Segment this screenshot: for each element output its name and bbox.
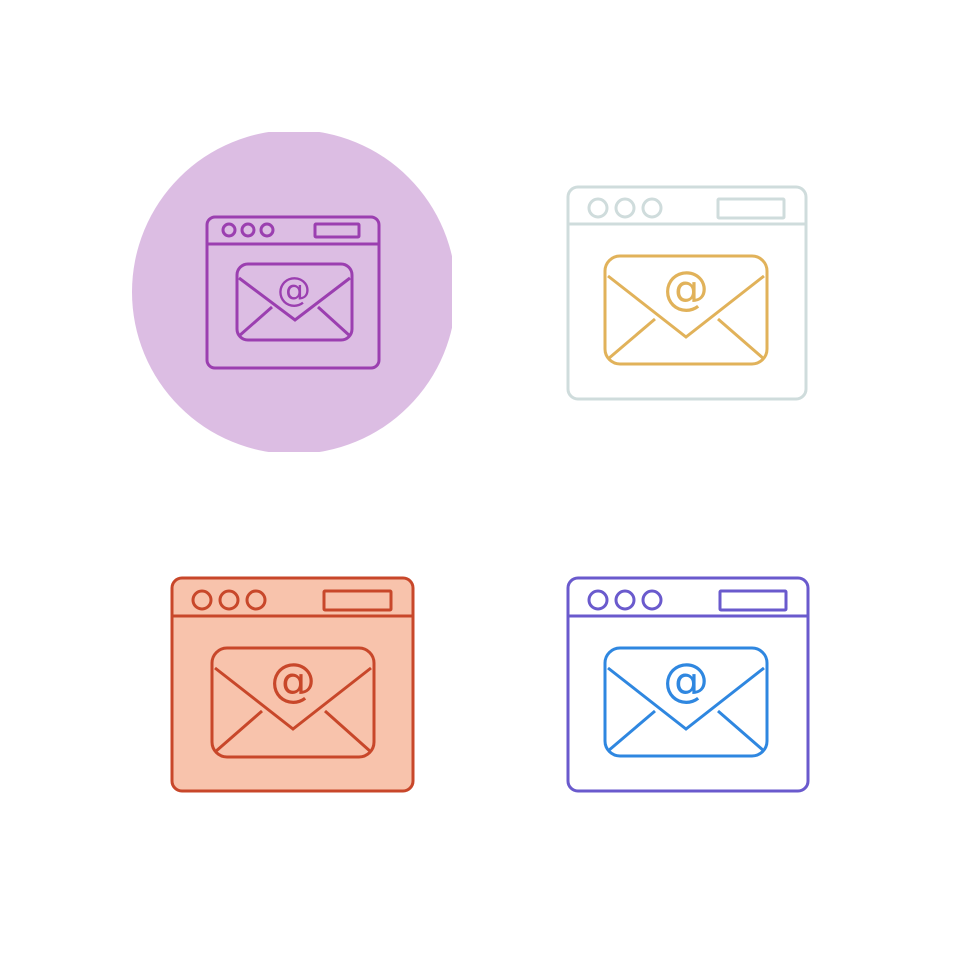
at-symbol-icon: @ xyxy=(277,270,311,310)
at-symbol-icon: @ xyxy=(663,653,709,707)
at-symbol-icon: @ xyxy=(663,261,709,315)
email-browser-icon-filled: @ xyxy=(132,528,452,848)
email-browser-icon-circle: @ xyxy=(132,132,452,452)
at-symbol-icon: @ xyxy=(270,653,316,707)
email-browser-icon-two-tone: @ xyxy=(528,132,848,452)
email-browser-icon-line: @ xyxy=(528,528,848,848)
